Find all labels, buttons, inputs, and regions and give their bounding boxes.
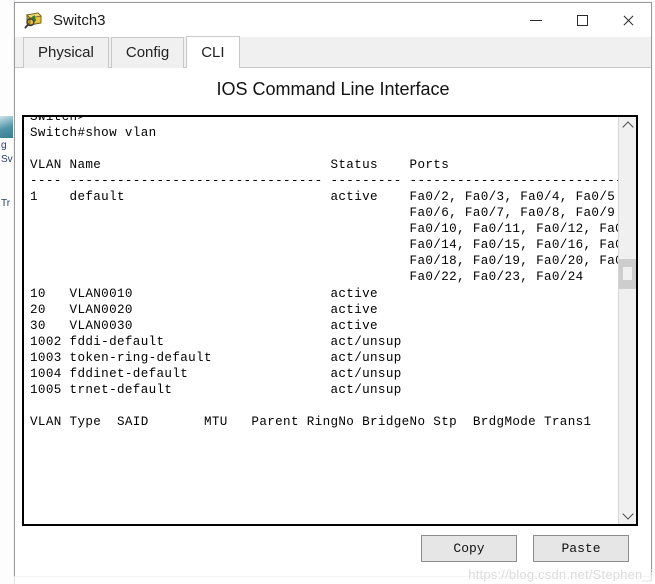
window-title: Switch3 <box>53 11 106 29</box>
background-text-fragment-1: g <box>1 140 7 151</box>
terminal-text: Switch> Switch#show vlan VLAN Name Statu… <box>30 117 618 429</box>
page-title: IOS Command Line Interface <box>216 79 450 99</box>
scroll-down-button[interactable] <box>619 507 636 524</box>
scroll-up-button[interactable] <box>619 117 636 134</box>
terminal-container: Switch> Switch#show vlan VLAN Name Statu… <box>22 115 638 526</box>
watermark: https://blog.csdn.net/Stephen_j <box>468 567 653 582</box>
background-text-fragment-3: Tr <box>1 198 11 209</box>
cli-panel: IOS Command Line Interface Switch> Switc… <box>15 69 651 576</box>
background-app-strip: g Sv Tr <box>0 0 15 584</box>
chevron-down-icon <box>621 508 634 520</box>
tab-physical[interactable]: Physical <box>23 37 109 68</box>
copy-button[interactable]: Copy <box>421 535 517 562</box>
chevron-up-icon <box>621 121 634 133</box>
minimize-icon <box>530 19 542 21</box>
terminal-output-area[interactable]: Switch> Switch#show vlan VLAN Name Statu… <box>24 117 618 524</box>
scrollbar-thumb[interactable] <box>619 259 636 289</box>
paste-button[interactable]: Paste <box>533 535 629 562</box>
maximize-button[interactable] <box>559 3 605 37</box>
packet-tracer-switch-icon <box>24 10 44 30</box>
window-titlebar: Switch3 <box>15 3 651 37</box>
switch-cli-window: Switch3 Physical Config CLI IOS Command … <box>14 2 652 576</box>
close-button[interactable] <box>605 3 651 37</box>
maximize-icon <box>576 14 588 26</box>
background-text-fragment-2: Sv <box>1 154 13 165</box>
close-icon <box>622 14 635 27</box>
terminal-scrollbar[interactable] <box>618 117 636 524</box>
minimize-button[interactable] <box>513 3 559 37</box>
tab-cli[interactable]: CLI <box>186 36 240 69</box>
background-device-icon <box>0 116 13 138</box>
tab-config[interactable]: Config <box>110 37 185 68</box>
window-controls <box>513 3 651 37</box>
tab-strip: Physical Config CLI <box>15 36 651 69</box>
